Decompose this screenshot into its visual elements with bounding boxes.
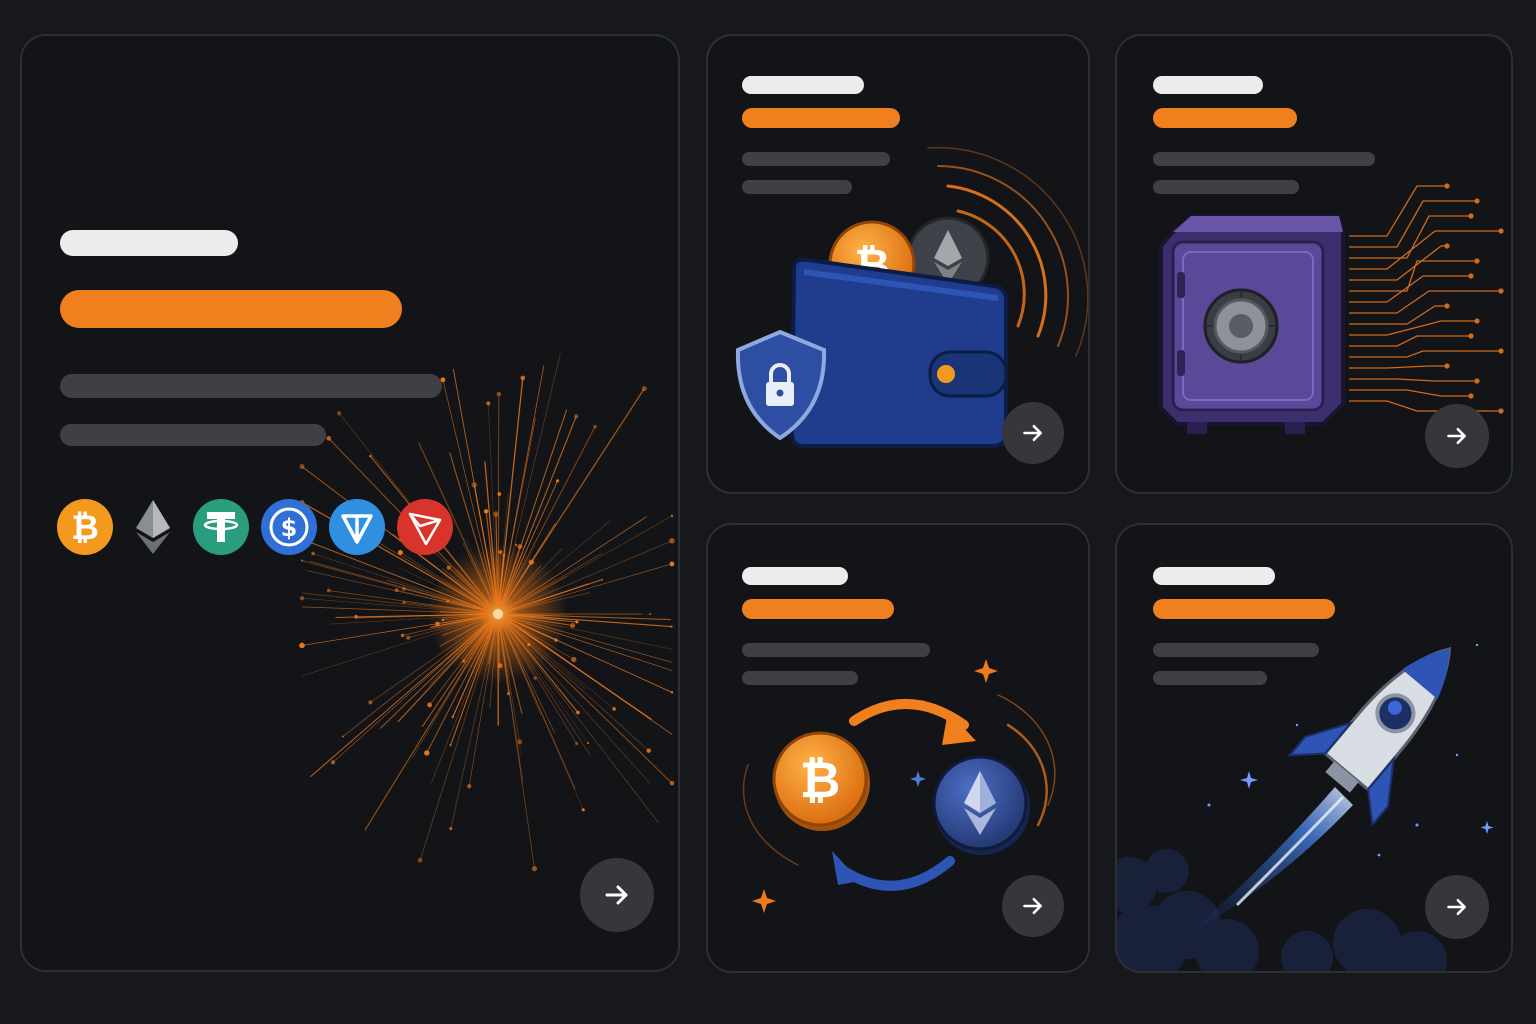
- main-card-arrow-button[interactable]: [580, 858, 654, 932]
- arrow-right-icon: [1016, 416, 1050, 450]
- supported-coins-row: ₿ $: [56, 498, 454, 556]
- svg-text:₿: ₿: [800, 751, 841, 809]
- tether-icon: [193, 499, 249, 555]
- usdc-icon: $: [261, 499, 317, 555]
- svg-text:₿: ₿: [71, 508, 99, 548]
- feature-card-wallet[interactable]: ₿: [706, 34, 1090, 494]
- svg-text:$: $: [281, 514, 298, 542]
- arrow-right-icon: [1440, 419, 1474, 453]
- swap-card-arrow-button[interactable]: [1002, 875, 1064, 937]
- arrow-right-icon: [1440, 890, 1474, 924]
- ton-icon: [329, 499, 385, 555]
- feature-card-vault[interactable]: [1115, 34, 1513, 494]
- vault-card-arrow-button[interactable]: [1425, 404, 1489, 468]
- feature-card-launch[interactable]: [1115, 523, 1513, 973]
- tron-icon: [397, 499, 453, 555]
- feature-card-swap[interactable]: ₿: [706, 523, 1090, 973]
- wallet-card-arrow-button[interactable]: [1002, 402, 1064, 464]
- ethereum-icon: [136, 500, 170, 554]
- arrow-right-icon: [597, 875, 637, 915]
- launch-card-arrow-button[interactable]: [1425, 875, 1489, 939]
- arrow-right-icon: [1016, 889, 1050, 923]
- bitcoin-icon: ₿: [57, 499, 113, 555]
